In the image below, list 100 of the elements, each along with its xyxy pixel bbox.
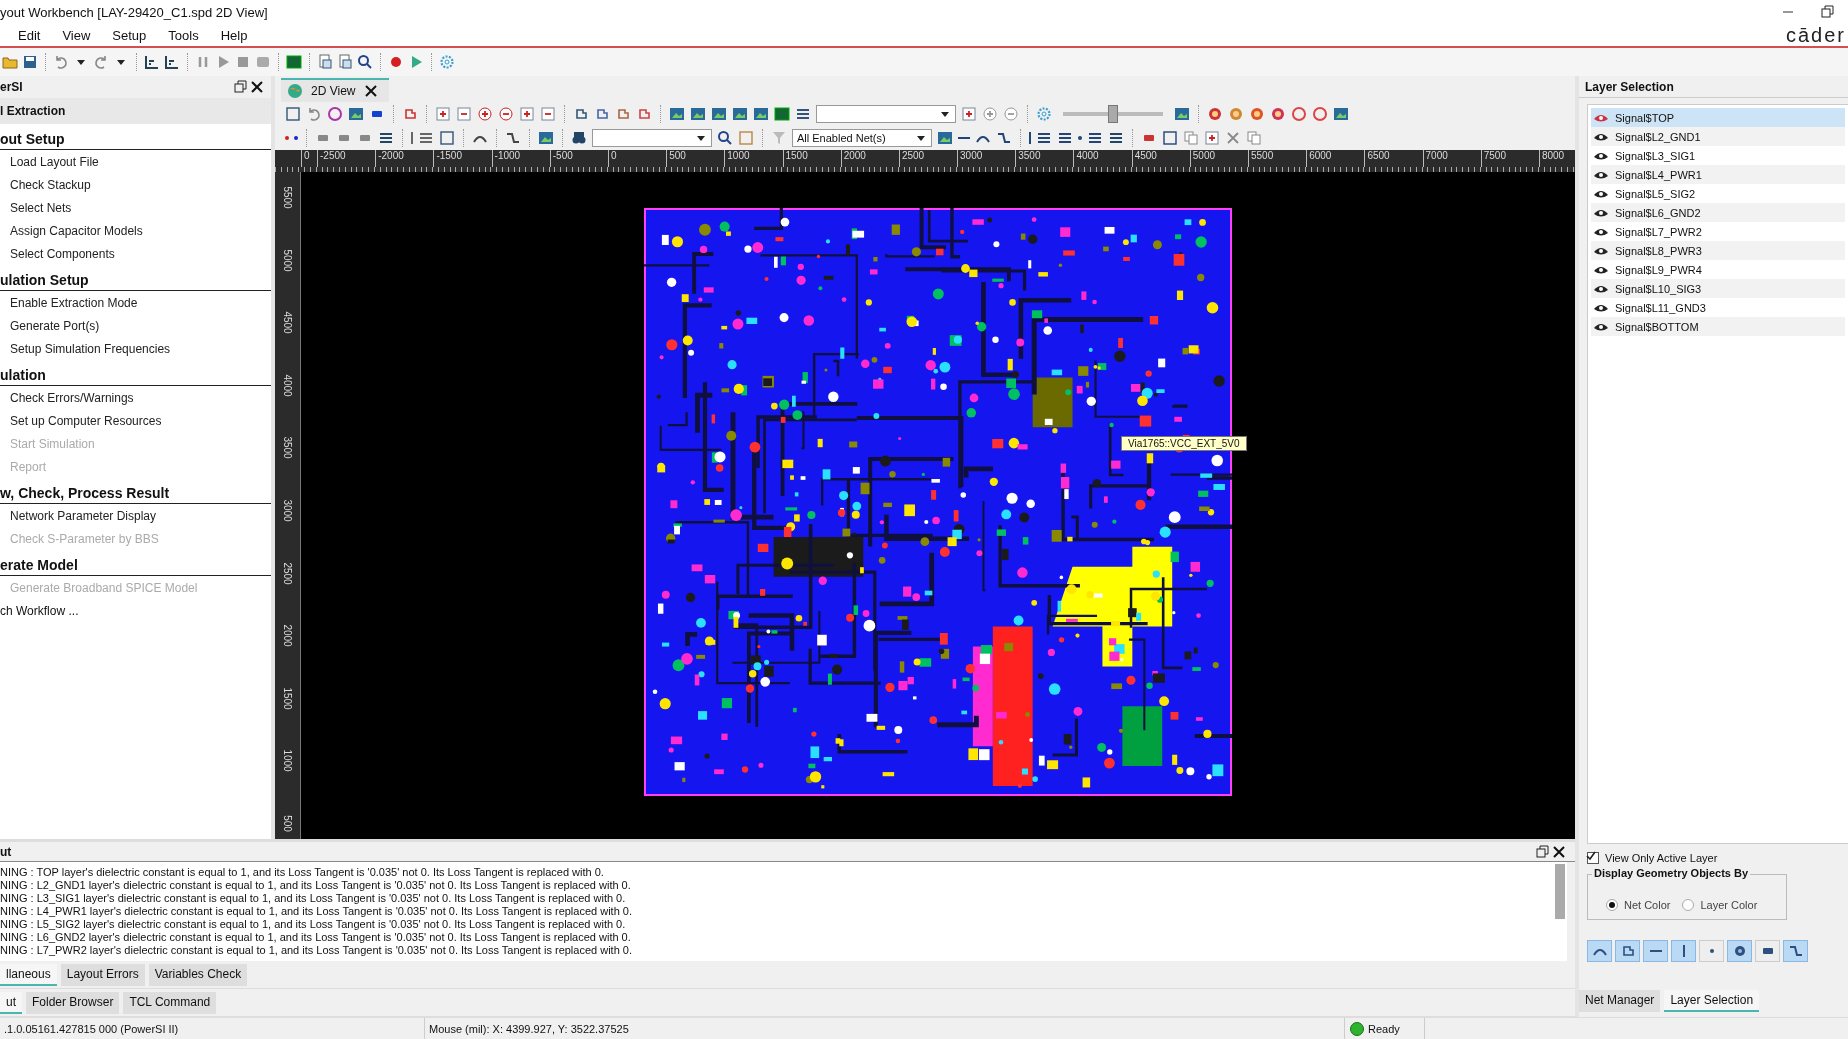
folder-icon[interactable] [2,54,18,70]
output-tab[interactable]: Layout Errors [60,963,145,986]
workflow-item[interactable]: Check Stackup [0,173,271,196]
close-icon[interactable] [249,79,265,95]
plus-icon[interactable] [961,106,977,122]
layer-item[interactable]: Signal$L8_PWR3 [1591,241,1845,260]
menu-item[interactable]: Help [212,25,256,45]
circle-icon[interactable] [1291,106,1307,122]
image-icon[interactable] [1333,106,1349,122]
restore-icon[interactable] [1535,843,1551,860]
restore-icon[interactable] [1820,4,1836,20]
square-icon[interactable] [1162,130,1178,146]
slider-thumb[interactable] [1108,105,1118,123]
circle-icon[interactable] [1228,106,1244,122]
menu-item[interactable]: Setup [104,25,155,45]
filter-button[interactable] [1587,940,1612,962]
search-field[interactable] [592,129,712,147]
workflow-item[interactable]: Select Components [0,242,271,265]
filter-button[interactable] [1783,940,1808,962]
search-icon[interactable] [717,130,733,146]
document-icon[interactable] [337,54,353,70]
circle-icon[interactable] [327,106,343,122]
output-tab[interactable]: llaneous [0,963,57,986]
chart-icon[interactable] [164,54,180,70]
workflow-item[interactable]: Generate Port(s) [0,314,271,337]
workflow-item[interactable]: Set up Computer Resources [0,409,271,432]
list-icon[interactable] [1087,130,1103,146]
checkbox[interactable] [1587,852,1599,864]
layout-canvas[interactable]: Via1765::VCC_EXT_5V0 [301,172,1575,839]
square-icon[interactable] [285,106,301,122]
list-icon[interactable] [1036,130,1052,146]
dropdown-field[interactable] [816,105,956,123]
filter-button[interactable] [1699,940,1724,962]
radio-button[interactable] [1606,899,1618,911]
close-icon[interactable] [1551,843,1567,860]
close-icon[interactable] [363,83,380,99]
image-icon[interactable] [669,106,685,122]
panel-tab[interactable]: ut [0,991,22,1014]
workflow-item[interactable]: Load Layout File [0,150,271,173]
panel-tab[interactable]: Folder Browser [26,991,120,1014]
panel-tab[interactable]: Net Manager [1579,990,1661,1012]
step-icon[interactable] [505,130,521,146]
filter-button[interactable] [1671,940,1696,962]
circle-icon[interactable] [1312,106,1328,122]
workflow-item[interactable]: Select Nets [0,196,271,219]
menu-item[interactable]: Edit [10,25,49,45]
settings-icon[interactable] [439,54,455,70]
panel-tab[interactable]: Layer Selection [1664,990,1760,1012]
layer-item[interactable]: Signal$BOTTOM [1591,317,1845,336]
search-icon[interactable] [357,54,373,70]
workflow-item[interactable]: ch Workflow ... [0,599,271,622]
layer-item[interactable]: Signal$L10_SIG3 [1591,279,1845,298]
workflow-item[interactable]: Assign Capacitor Models [0,219,271,242]
image-icon[interactable] [348,106,364,122]
stop-icon[interactable] [235,54,251,70]
document-icon[interactable] [317,54,333,70]
filter-button[interactable] [1643,940,1668,962]
list-icon[interactable] [1108,130,1124,146]
circle-icon[interactable] [1207,106,1223,122]
filter-button[interactable] [1755,940,1780,962]
view-tab[interactable]: 2D View [281,78,390,102]
radio-button[interactable] [1682,899,1695,911]
circle-icon[interactable] [1249,106,1265,122]
zoom-in-icon[interactable] [435,106,451,122]
list-icon[interactable] [795,106,811,122]
binoculars-icon[interactable] [571,130,587,146]
zoom-in-icon[interactable] [982,106,998,122]
delete-icon[interactable] [1225,130,1241,146]
save-icon[interactable] [22,54,38,70]
record-icon[interactable] [388,54,404,70]
zoom-in-icon[interactable] [477,106,493,122]
zoom-out-icon[interactable] [498,106,514,122]
image-icon[interactable] [732,106,748,122]
step-icon[interactable] [996,130,1012,146]
workflow-item[interactable]: Enable Extraction Mode [0,291,271,314]
chart-icon[interactable] [144,54,160,70]
panel-tab[interactable]: TCL Command [123,991,217,1014]
square-icon[interactable] [439,130,455,146]
zoom-out-icon[interactable] [540,106,556,122]
zoom-in-icon[interactable] [519,106,535,122]
circle-icon[interactable] [1270,106,1286,122]
image-icon[interactable] [690,106,706,122]
workflow-item[interactable]: Setup Simulation Frequencies [0,337,271,360]
image-icon[interactable] [538,130,554,146]
dot-icon[interactable] [285,136,289,140]
filter-button[interactable] [1615,940,1640,962]
menu-item[interactable]: Tools [160,25,207,45]
menu-item[interactable]: View [54,25,99,45]
dot-icon[interactable] [1078,136,1082,140]
list-icon[interactable] [1057,130,1073,146]
layer-item[interactable]: Signal$TOP [1591,108,1845,127]
restore-icon[interactable] [233,79,249,95]
image-icon[interactable] [711,106,727,122]
zoom-out-icon[interactable] [456,106,472,122]
layer-item[interactable]: Signal$L2_GND1 [1591,127,1845,146]
dot-icon[interactable] [294,136,298,140]
output-tab[interactable]: Variables Check [148,963,248,986]
layer-item[interactable]: Signal$L6_GND2 [1591,203,1845,222]
list-icon[interactable] [378,130,394,146]
layer-item[interactable]: Signal$L4_PWR1 [1591,165,1845,184]
